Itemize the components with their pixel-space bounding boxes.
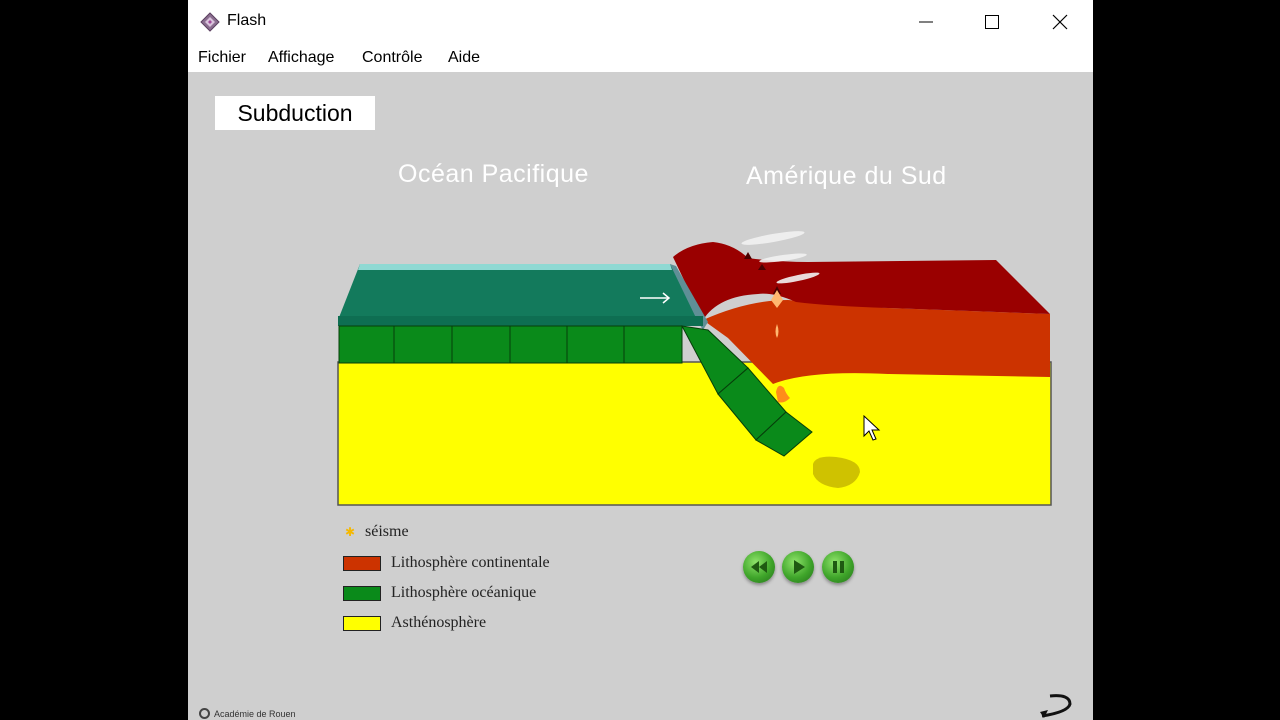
play-button[interactable] [782, 551, 814, 583]
flash-stage: Subduction Océan Pacifique Amérique du S… [188, 72, 1093, 720]
menu-fichier[interactable]: Fichier [198, 49, 246, 67]
flash-window: Flash Fichier Affichage Contrôle Aide Su… [188, 0, 1093, 720]
flash-player-icon [200, 12, 220, 32]
play-icon [794, 560, 805, 574]
menu-bar: Fichier Affichage Contrôle Aide [188, 44, 1093, 72]
mouse-cursor-icon [863, 415, 881, 441]
close-button[interactable] [1027, 0, 1093, 44]
ocean-surface-strip [358, 264, 672, 270]
legend-item-seisme: ✱ séisme [343, 523, 409, 541]
window-title: Flash [227, 12, 267, 29]
legend-label: Lithosphère océanique [391, 584, 537, 601]
rewind-icon [751, 561, 767, 573]
credit: Académie de Rouen [199, 708, 296, 719]
subduction-diagram [337, 231, 1052, 506]
legend-item-continental: Lithosphère continentale [343, 554, 550, 572]
maximize-icon [985, 15, 999, 29]
legend-item-asthenosphere: Asthénosphère [343, 614, 486, 632]
legend-item-oceanique: Lithosphère océanique [343, 584, 536, 602]
legend-label: séisme [365, 523, 409, 540]
minimize-icon [919, 21, 933, 23]
menu-affichage[interactable]: Affichage [268, 49, 334, 67]
return-arrow-icon[interactable] [1036, 690, 1076, 720]
legend-label: Lithosphère continentale [391, 554, 550, 571]
pause-button[interactable] [822, 551, 854, 583]
title-bar: Flash [188, 0, 1093, 44]
legend-swatch [343, 585, 381, 601]
legend-swatch [343, 555, 381, 571]
menu-controle[interactable]: Contrôle [362, 49, 422, 67]
pause-icon [833, 561, 844, 573]
credit-text: Académie de Rouen [214, 708, 296, 719]
star-icon: ✱ [345, 525, 356, 539]
legend-swatch [343, 615, 381, 631]
legend-label: Asthénosphère [391, 614, 487, 631]
oceanic-crust-edge [338, 316, 703, 326]
ocean-water [338, 264, 703, 320]
close-icon [1052, 14, 1068, 30]
maximize-button[interactable] [959, 0, 1025, 44]
asthenosphere-block [337, 361, 1052, 506]
rewind-button[interactable] [743, 551, 775, 583]
copyright-icon [199, 708, 210, 719]
menu-aide[interactable]: Aide [448, 49, 480, 67]
minimize-button[interactable] [893, 0, 959, 44]
